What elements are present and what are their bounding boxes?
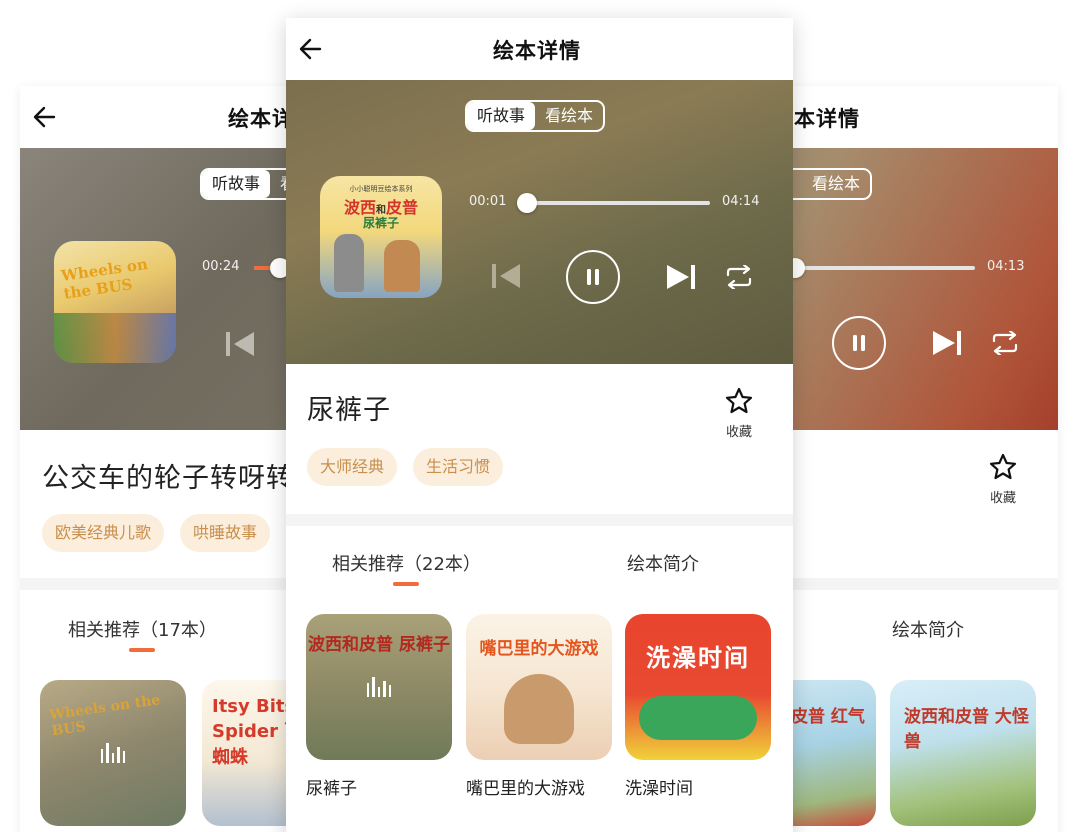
playing-bars-icon bbox=[101, 743, 126, 763]
favorite-label: 收藏 bbox=[989, 491, 1016, 506]
pause-icon bbox=[587, 269, 599, 285]
tab-intro[interactable]: 绘本简介 bbox=[892, 616, 964, 642]
cover-crocodile bbox=[639, 696, 757, 740]
repeat-icon[interactable] bbox=[724, 265, 754, 289]
cover-series: 小小聪明豆绘本系列 bbox=[349, 185, 413, 193]
tab-underline bbox=[393, 582, 420, 586]
divider bbox=[286, 514, 793, 526]
tab-intro-label: 绘本简介 bbox=[627, 554, 699, 575]
playing-bars-icon bbox=[367, 677, 392, 697]
page-title: 绘本详情 bbox=[493, 39, 581, 63]
book-cover: Wheels on the BUS bbox=[54, 241, 176, 363]
book-title: 尿裤子 bbox=[307, 395, 391, 426]
star-icon bbox=[725, 387, 753, 414]
tab-related[interactable]: 相关推荐（22本） bbox=[332, 550, 481, 586]
stage: 绘本详情 听故事 看绘本 Wheels on the BUS 00:24 公交车… bbox=[0, 0, 1080, 832]
progress-knob[interactable] bbox=[517, 193, 537, 213]
recommend-cover-title: Wheels on the BUS bbox=[48, 692, 162, 740]
recommend-name: 尿裤子 bbox=[306, 779, 357, 799]
cover-subtitle: 尿裤子 bbox=[362, 216, 399, 230]
recommend-cover: 波西和皮普 尿裤子 bbox=[306, 614, 452, 760]
total-time: 04:14 bbox=[722, 194, 760, 209]
player-hero: 听故事 看绘本 小小聪明豆绘本系列 波西和皮普 尿裤子 00:01 04:14 bbox=[286, 80, 793, 364]
cover-rabbit bbox=[334, 234, 364, 292]
tab-related-label: 相关推荐（17本） bbox=[68, 620, 217, 641]
recommend-item[interactable]: 波西和皮普 大怪兽 bbox=[890, 680, 1036, 826]
total-time: 04:13 bbox=[987, 259, 1025, 274]
tab-listen-story[interactable]: 听故事 bbox=[467, 102, 536, 130]
recommend-cover: 洗澡时间 bbox=[625, 614, 771, 760]
star-icon bbox=[989, 453, 1017, 480]
tag[interactable]: 生活习惯 bbox=[413, 448, 504, 486]
recommend-cover-title: 洗澡时间 bbox=[646, 644, 750, 672]
cover-illustration bbox=[54, 313, 176, 363]
tabs: 相关推荐（22本） 绘本简介 bbox=[286, 526, 793, 590]
tab-intro[interactable]: 绘本简介 bbox=[627, 550, 699, 576]
progress-track[interactable] bbox=[790, 266, 975, 270]
pause-icon bbox=[853, 335, 865, 351]
title-bar: 绘本详情 bbox=[286, 18, 793, 80]
current-time: 00:01 bbox=[469, 194, 507, 209]
recommend-cover-title: 波西和皮普 大怪兽 bbox=[904, 707, 1029, 752]
back-arrow-icon[interactable] bbox=[298, 36, 324, 62]
tab-read-book[interactable]: 看绘本 bbox=[535, 102, 603, 130]
next-icon[interactable] bbox=[664, 262, 698, 292]
recommend-name: 洗澡时间 bbox=[625, 779, 693, 799]
recommend-item[interactable]: 嘴巴里的大游戏 嘴巴里的大游戏 bbox=[466, 614, 612, 799]
recommend-cover-title: 嘴巴里的大游戏 bbox=[479, 639, 599, 659]
recommend-item[interactable]: Wheels on the BUS bbox=[40, 680, 186, 826]
previous-icon[interactable] bbox=[224, 330, 258, 358]
recommend-item[interactable]: 波西和皮普 尿裤子 尿裤子 bbox=[306, 614, 452, 799]
tab-related-label: 相关推荐（22本） bbox=[332, 554, 481, 575]
back-arrow-icon[interactable] bbox=[32, 104, 58, 130]
book-cover: 小小聪明豆绘本系列 波西和皮普 尿裤子 bbox=[320, 176, 442, 298]
recommend-cover: 嘴巴里的大游戏 bbox=[466, 614, 612, 760]
pause-button[interactable] bbox=[566, 250, 620, 304]
tab-intro-label: 绘本简介 bbox=[892, 620, 964, 641]
current-time: 00:24 bbox=[202, 259, 240, 274]
tag[interactable]: 大师经典 bbox=[307, 448, 398, 486]
previous-icon[interactable] bbox=[490, 262, 524, 290]
favorite-button[interactable]: 收藏 bbox=[978, 452, 1028, 506]
progress-track[interactable] bbox=[526, 201, 710, 205]
cover-mouse bbox=[504, 674, 574, 744]
favorite-label: 收藏 bbox=[725, 425, 752, 440]
recommend-name: 嘴巴里的大游戏 bbox=[466, 779, 585, 799]
book-title: 公交车的轮子转呀转 bbox=[42, 463, 294, 494]
repeat-icon[interactable] bbox=[990, 331, 1020, 355]
pause-button[interactable] bbox=[832, 316, 886, 370]
tab-listen-story[interactable]: 听故事 bbox=[202, 170, 271, 198]
recommend-item[interactable]: 洗澡时间 洗澡时间 bbox=[625, 614, 771, 799]
cover-mouse bbox=[384, 240, 420, 292]
recommend-cover: Wheels on the BUS bbox=[40, 680, 186, 826]
tab-read-book[interactable]: 看绘本 bbox=[802, 170, 870, 198]
next-icon[interactable] bbox=[930, 328, 964, 358]
tag[interactable]: 哄睡故事 bbox=[180, 514, 271, 552]
recommend-cover-title: 波西和皮普 尿裤子 bbox=[308, 635, 450, 655]
mode-switch: 听故事 看绘本 bbox=[465, 100, 606, 132]
tab-related[interactable]: 相关推荐（17本） bbox=[68, 616, 217, 652]
cover-title: Wheels on the BUS bbox=[60, 254, 149, 303]
favorite-button[interactable]: 收藏 bbox=[714, 386, 764, 440]
tab-underline bbox=[129, 648, 156, 652]
tag[interactable]: 欧美经典儿歌 bbox=[42, 514, 165, 552]
center-screen: 绘本详情 听故事 看绘本 小小聪明豆绘本系列 波西和皮普 尿裤子 00:01 0… bbox=[286, 18, 793, 832]
recommend-cover: 波西和皮普 大怪兽 bbox=[890, 680, 1036, 826]
book-info: 尿裤子 收藏 大师经典 生活习惯 bbox=[286, 364, 793, 514]
